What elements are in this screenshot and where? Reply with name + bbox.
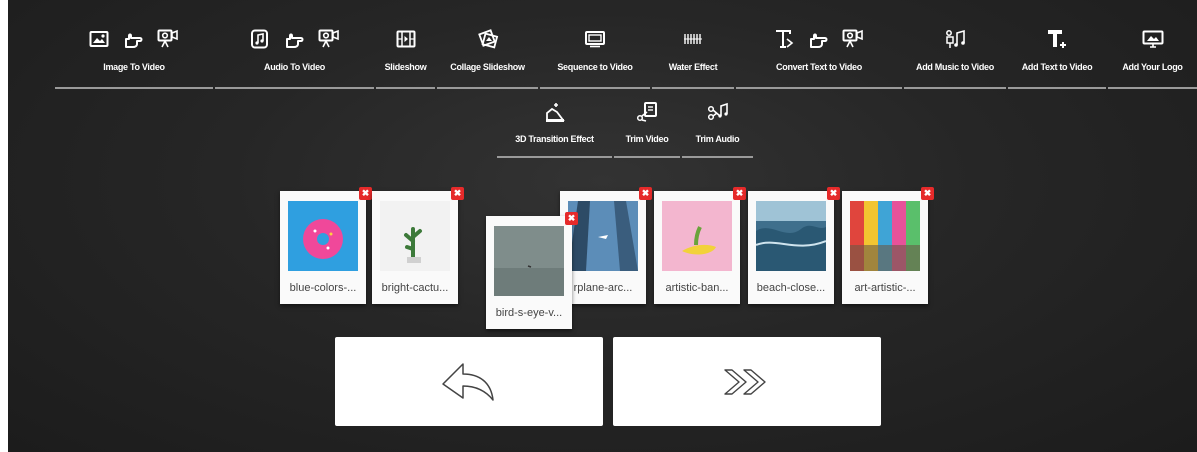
projector-icon: [318, 29, 339, 48]
delete-image-button[interactable]: ✖: [827, 187, 840, 200]
tool-add-music-to-video-label: Add Music to Video: [916, 62, 994, 72]
tool-divider: [1108, 87, 1197, 89]
back-arrow-icon: [442, 362, 494, 401]
tool-3d-transition-effect[interactable]: 3D Transition Effect: [497, 92, 612, 158]
double-chevron-right-icon: [724, 368, 766, 395]
tool-divider: [682, 156, 753, 158]
tool-trim-video-label: Trim Video: [625, 134, 669, 144]
tool-3d-transition-effect-label: 3D Transition Effect: [515, 134, 594, 144]
trim-audio-icon: [707, 102, 728, 121]
delete-image-button[interactable]: ✖: [921, 187, 934, 200]
tool-divider: [376, 87, 435, 89]
tool-divider: [497, 156, 612, 158]
tool-image-to-video[interactable]: Image To Video: [55, 18, 213, 89]
delete-image-button[interactable]: ✖: [359, 187, 372, 200]
back-button[interactable]: [335, 337, 603, 426]
tool-divider: [55, 87, 213, 89]
collage-icon: [477, 29, 498, 49]
next-button[interactable]: [613, 337, 881, 426]
banana-picture: [682, 226, 716, 255]
image-filename: bright-cactu...: [381, 282, 449, 294]
cactus-picture: [404, 227, 422, 263]
tool-divider: [215, 87, 374, 89]
tool-trim-video[interactable]: Trim Video: [614, 92, 680, 158]
tool-add-text-to-video[interactable]: Add Text to Video: [1008, 18, 1106, 89]
tool-image-to-video-label: Image To Video: [103, 62, 165, 72]
image-card-dragging[interactable]: bird-s-eye-v... ✖: [486, 212, 578, 329]
skyscrapers-picture: [568, 201, 638, 271]
image-filename: rplane-arc...: [573, 282, 633, 294]
image-card[interactable]: art-artistic-... ✖: [842, 187, 934, 304]
text-icon: [776, 30, 794, 48]
tool-divider: [736, 87, 902, 89]
image-filename: artistic-ban...: [665, 282, 729, 294]
tool-add-your-logo-label: Add Your Logo: [1122, 62, 1183, 72]
art-wall-picture: [850, 201, 920, 271]
tool-add-music-to-video[interactable]: Add Music to Video: [904, 18, 1006, 89]
image-filename: blue-colors-...: [289, 282, 357, 294]
tool-sequence-to-video-label: Sequence to Video: [557, 62, 633, 72]
audio-file-icon: [250, 29, 268, 49]
hand-pointer-icon: [285, 33, 303, 48]
projector-icon: [842, 29, 863, 48]
tool-trim-audio[interactable]: Trim Audio: [682, 92, 753, 158]
projector-icon: [157, 29, 178, 48]
hand-pointer-icon: [810, 33, 828, 48]
transition-3d-icon: [545, 103, 565, 122]
image-thumbnail: [288, 201, 358, 271]
image-thumbnail: [755, 201, 827, 271]
tool-divider: [540, 87, 650, 89]
editor-stage: Image To Video Audio To Video Slideshow …: [8, 0, 1197, 452]
tool-divider: [1008, 87, 1106, 89]
tool-convert-text-to-video[interactable]: Convert Text to Video: [736, 18, 902, 89]
logo-icon: [1142, 30, 1163, 48]
image-filename: art-artistic-...: [854, 282, 916, 294]
image-card[interactable]: blue-colors-... ✖: [280, 187, 372, 304]
delete-image-button[interactable]: ✖: [733, 187, 746, 200]
delete-image-button[interactable]: ✖: [639, 187, 652, 200]
sequence-icon: [585, 31, 605, 48]
tool-add-text-to-video-label: Add Text to Video: [1021, 62, 1093, 72]
image-thumbnail: [850, 201, 920, 271]
tool-collage-slideshow-label: Collage Slideshow: [450, 62, 525, 72]
image-filename: beach-close...: [756, 282, 826, 294]
tool-convert-text-to-video-label: Convert Text to Video: [776, 62, 862, 72]
water-effect-icon: [684, 34, 702, 44]
image-icon: [89, 31, 109, 47]
delete-image-button[interactable]: ✖: [451, 187, 464, 200]
donut-picture: [303, 219, 343, 259]
tool-water-effect-label: Water Effect: [668, 62, 718, 72]
tool-audio-to-video[interactable]: Audio To Video: [215, 18, 374, 89]
tool-trim-audio-label: Trim Audio: [695, 134, 740, 144]
tool-collage-slideshow[interactable]: Collage Slideshow: [437, 18, 538, 89]
hand-pointer-icon: [125, 33, 143, 48]
image-thumbnail: [380, 201, 450, 271]
trim-video-icon: [636, 102, 657, 122]
tool-divider: [904, 87, 1006, 89]
image-thumbnail: [662, 201, 732, 271]
delete-image-button[interactable]: ✖: [565, 212, 578, 225]
tool-slideshow-label: Slideshow: [384, 62, 427, 72]
film-strip-icon: [396, 30, 415, 48]
image-card[interactable]: bright-cactu... ✖: [372, 187, 464, 304]
tool-water-effect[interactable]: Water Effect: [652, 18, 734, 89]
tool-divider: [437, 87, 538, 89]
add-text-icon: [1048, 30, 1066, 48]
image-card[interactable]: artistic-ban... ✖: [654, 187, 746, 304]
tool-audio-to-video-label: Audio To Video: [264, 62, 325, 72]
wave-picture: [755, 201, 827, 271]
image-thumbnail: [568, 201, 638, 271]
bird-eye-picture: [494, 226, 564, 296]
image-thumbnail: [494, 226, 564, 296]
tool-divider: [652, 87, 734, 89]
tool-add-your-logo[interactable]: Add Your Logo: [1108, 18, 1197, 89]
music-video-icon: [946, 29, 965, 48]
tool-slideshow[interactable]: Slideshow: [376, 18, 435, 89]
tool-divider: [614, 156, 680, 158]
image-card[interactable]: beach-close... ✖: [748, 187, 840, 304]
tool-sequence-to-video[interactable]: Sequence to Video: [540, 18, 650, 89]
image-card[interactable]: rplane-arc... ✖: [560, 187, 652, 304]
image-filename: bird-s-eye-v...: [495, 307, 563, 319]
